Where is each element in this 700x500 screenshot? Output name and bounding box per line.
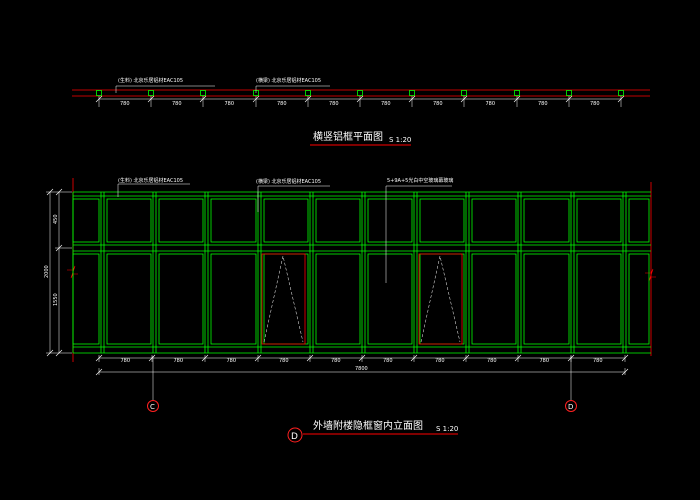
glass-panel-lower <box>576 253 622 345</box>
elev-dim-text: 780 <box>593 358 603 364</box>
elev-title: 外墙附楼隐框窗内立面图 <box>313 419 423 432</box>
glass-panel-lower <box>106 253 152 345</box>
elev-dim-text: 780 <box>174 358 184 364</box>
cad-drawing: (生料) 北京乐居铝材EAC105 (横梁) 北京乐居铝材EAC105 780 7… <box>44 77 656 443</box>
plan-mullions <box>96 90 624 96</box>
plan-title: 横竖铝框平面图 <box>313 130 383 143</box>
glass-panel-upper <box>628 198 650 243</box>
glass-panel-upper <box>315 198 361 243</box>
plan-dim-text: 780 <box>172 101 182 107</box>
elev-scale: S 1:20 <box>436 425 458 433</box>
plan-dim-text: 780 <box>120 101 130 107</box>
glass-panel-upper <box>523 198 570 243</box>
plan-dim-text: 780 <box>486 101 496 107</box>
section-marker-label: D <box>291 432 298 442</box>
plan-dim-text: 780 <box>225 101 235 107</box>
vert-dim-total: 2000 <box>44 265 50 278</box>
glass-panel-upper <box>576 198 622 243</box>
plan-mullion <box>409 90 415 96</box>
glass-panel-lower <box>628 253 650 345</box>
plan-mullion <box>618 90 624 96</box>
elev-dim-text: 780 <box>435 358 445 364</box>
plan-mullion <box>96 90 102 96</box>
glass-panel-upper <box>72 198 100 243</box>
opening-window-1 <box>261 253 306 345</box>
plan-dim-text: 780 <box>277 101 287 107</box>
glass-panel-upper <box>106 198 152 243</box>
elev-leader-left <box>117 183 190 197</box>
glass-panel-lower <box>263 253 309 345</box>
plan-label-mid: (横梁) 北京乐居铝材EAC105 <box>256 77 321 84</box>
plan-dim-text: 780 <box>538 101 548 107</box>
elev-glass-panels <box>72 198 650 345</box>
elev-break-right <box>645 268 656 282</box>
elev-dim-text: 780 <box>331 358 341 364</box>
plan-dim-text: 780 <box>329 101 339 107</box>
glass-panel-upper <box>263 198 309 243</box>
elev-dim-text: 780 <box>227 358 237 364</box>
vert-dim-upper: 450 <box>53 214 59 224</box>
glass-panel-upper <box>158 198 204 243</box>
glass-panel-lower <box>419 253 465 345</box>
plan-mullion <box>566 90 572 96</box>
elevation-view: (生料) 北京乐居铝材EAC105 (横梁) 北京乐居铝材EAC105 5+9A… <box>44 177 656 443</box>
grid-label-d: D <box>568 403 573 411</box>
opening-window-2 <box>418 253 463 345</box>
elev-break-left <box>67 265 78 279</box>
plan-label-left: (生料) 北京乐居铝材EAC105 <box>118 77 183 84</box>
elev-label-glass: 5+9A+5光白中空玻璃幕玻璃 <box>387 177 453 184</box>
elev-dim-text: 780 <box>279 358 289 364</box>
glass-panel-upper <box>210 198 257 243</box>
plan-mullion <box>200 90 206 96</box>
grid-label-c: C <box>150 403 155 411</box>
glass-panel-lower <box>471 253 517 345</box>
plan-view: (生料) 北京乐居铝材EAC105 (横梁) 北京乐居铝材EAC105 780 7… <box>72 77 650 146</box>
plan-dim-text: 780 <box>590 101 600 107</box>
plan-mullion <box>148 90 154 96</box>
plan-mullion <box>514 90 520 96</box>
glass-panel-upper <box>471 198 517 243</box>
plan-dim-text: 780 <box>433 101 443 107</box>
elev-dim-text: 780 <box>487 358 497 364</box>
glass-panel-lower <box>523 253 570 345</box>
elev-label-left: (生料) 北京乐居铝材EAC105 <box>118 177 183 184</box>
elev-total-dim: 7800 <box>355 366 368 372</box>
plan-mullion <box>357 90 363 96</box>
elev-dim-text: 780 <box>121 358 131 364</box>
plan-dim-text: 780 <box>381 101 391 107</box>
glass-panel-lower <box>210 253 257 345</box>
elev-mullions <box>72 192 627 353</box>
glass-panel-lower <box>72 253 100 345</box>
elev-dim-text: 780 <box>383 358 393 364</box>
glass-panel-lower <box>158 253 204 345</box>
glass-panel-lower <box>315 253 361 345</box>
plan-mullion <box>305 90 311 96</box>
glass-panel-upper <box>419 198 465 243</box>
plan-leader-mid <box>255 85 330 93</box>
plan-scale: S 1:20 <box>389 136 411 144</box>
vert-dim-lower: 1550 <box>53 293 59 306</box>
elev-label-mid: (横梁) 北京乐居铝材EAC105 <box>256 178 321 185</box>
elev-dim-text: 780 <box>540 358 550 364</box>
glass-panel-lower <box>367 253 413 345</box>
elev-vert-dims: 2000 450 1550 <box>44 188 72 357</box>
glass-panel-upper <box>367 198 413 243</box>
plan-mullion <box>461 90 467 96</box>
